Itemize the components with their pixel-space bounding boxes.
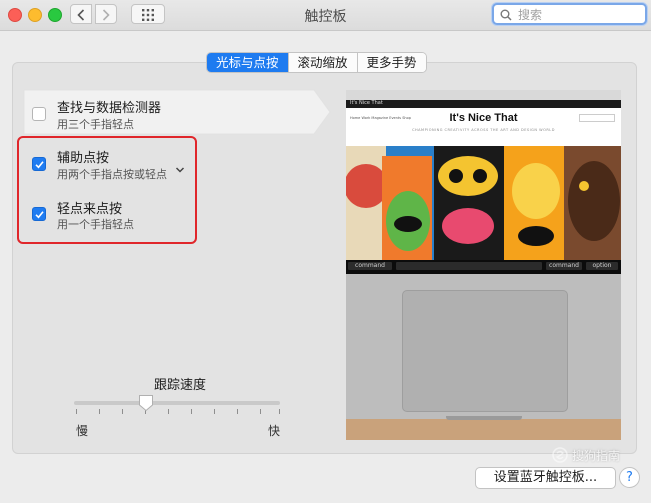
- watermark-logo-icon: [552, 447, 568, 463]
- slider-max-label: 快: [268, 424, 281, 438]
- slider-min-label: 慢: [76, 424, 89, 438]
- preview-page-header: Home Work Magazine Events Shop It's Nice…: [346, 108, 621, 146]
- preview-search-box: [579, 114, 615, 122]
- preview-table-surface: [346, 419, 621, 440]
- slider-tick: [168, 409, 169, 414]
- preview-trackpad: [402, 290, 568, 412]
- trackpad-preferences-window: 触控板 光标与点按 滚动缩放 更多手势 查找与数据检测器 用三个手指轻点 辅助点…: [0, 0, 651, 503]
- search-icon: [500, 9, 512, 21]
- search-input[interactable]: [516, 6, 645, 24]
- tab-more-gestures[interactable]: 更多手势: [357, 53, 426, 72]
- slider-knob[interactable]: [138, 394, 154, 412]
- preview-site-tagline: CHAMPIONING CREATIVITY ACROSS THE ART AN…: [412, 128, 555, 132]
- slider-tick: [122, 409, 123, 414]
- search-field[interactable]: [492, 3, 647, 25]
- title-bar: 触控板: [0, 0, 651, 31]
- watermark: 搜狗指南: [552, 443, 642, 467]
- lookup-data-detectors-label: 查找与数据检测器: [57, 101, 162, 116]
- slider-tick: [214, 409, 215, 414]
- slider-tick: [76, 409, 77, 414]
- tracking-speed-slider[interactable]: [74, 401, 280, 405]
- preview-keyboard: command command option: [346, 260, 621, 274]
- tab-point-and-click[interactable]: 光标与点按: [207, 53, 289, 72]
- preview-screen-bezel: [346, 90, 621, 100]
- annotation-highlight-box: [17, 136, 197, 244]
- slider-tick: [237, 409, 238, 414]
- watermark-text: 搜狗指南: [572, 449, 621, 463]
- preview-spacebar: [396, 262, 542, 270]
- lookup-data-detectors-checkbox[interactable]: [32, 107, 46, 121]
- tracking-speed-title: 跟踪速度: [153, 378, 206, 393]
- tab-bar: 光标与点按 滚动缩放 更多手势: [206, 52, 427, 73]
- preview-key: command: [348, 262, 392, 270]
- preview-browser-tab: It's Nice That: [346, 100, 621, 108]
- help-button[interactable]: ?: [619, 467, 640, 488]
- slider-tick: [260, 409, 261, 414]
- slider-tick: [279, 409, 280, 414]
- preview-artwork-image: [346, 146, 621, 260]
- preview-key: option: [586, 262, 618, 270]
- setup-bluetooth-trackpad-button[interactable]: 设置蓝牙触控板...: [475, 467, 616, 489]
- lookup-data-detectors-hint: 用三个手指轻点: [57, 118, 134, 131]
- preview-laptop-edge: [446, 416, 522, 420]
- tab-scroll-and-zoom[interactable]: 滚动缩放: [288, 53, 358, 72]
- preview-tab-label: It's Nice That: [350, 100, 383, 106]
- gesture-preview-video: It's Nice That Home Work Magazine Events…: [346, 90, 621, 440]
- preview-key: command: [546, 262, 582, 270]
- slider-tick: [99, 409, 100, 414]
- slider-tick: [191, 409, 192, 414]
